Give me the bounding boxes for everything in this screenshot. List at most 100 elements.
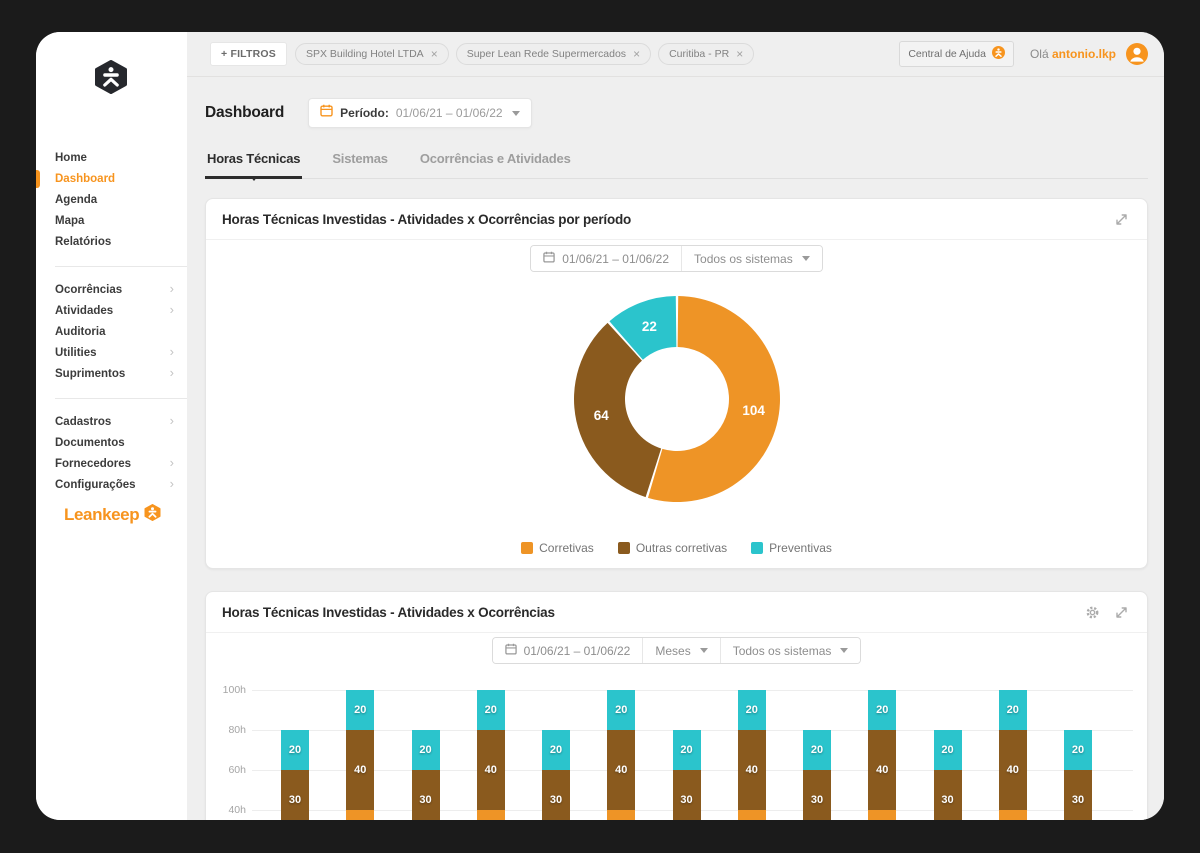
stacked-bar: 404020 <box>477 671 505 820</box>
donut-value-label: 64 <box>593 408 609 423</box>
sidebar-item-cadastros[interactable]: Cadastros› <box>36 412 187 433</box>
filter-chip-super-lean-rede-supermercados[interactable]: Super Lean Rede Supermercados × <box>456 43 651 65</box>
bar-value-label: 40 <box>999 764 1027 776</box>
sidebar-section: Home Dashboard AgendaMapaRelatórios <box>36 142 187 259</box>
bar-segment-preventivas: 20 <box>542 730 570 770</box>
period-selector[interactable]: Período: 01/06/21 – 01/06/22 <box>308 98 531 128</box>
bar-value-label: 20 <box>738 704 766 716</box>
date-range-value: 01/06/21 – 01/06/22 <box>524 644 631 658</box>
expand-icon[interactable] <box>1114 605 1129 620</box>
bar-value-label: 20 <box>542 744 570 756</box>
bar-value-label: 20 <box>934 744 962 756</box>
filter-chip-spx-building-hotel-ltda[interactable]: SPX Building Hotel LTDA× <box>295 43 449 65</box>
date-range-button[interactable]: 01/06/21 – 01/06/22 <box>531 246 681 271</box>
sidebar-item-label: Auditoria <box>55 326 105 338</box>
bar-value-label: 30 <box>412 794 440 806</box>
legend-label: Corretivas <box>539 541 594 555</box>
sidebar-item-utilities[interactable]: Utilities› <box>36 343 187 364</box>
bar-segment-outras-corretivas: 30 <box>412 770 440 820</box>
group-by-dropdown[interactable]: Meses <box>642 638 719 663</box>
legend-label: Outras corretivas <box>636 541 727 555</box>
sidebar-item-ocorrencias[interactable]: Ocorrências› <box>36 280 187 301</box>
bar-segment-preventivas: 20 <box>607 690 635 730</box>
card-title: Horas Técnicas Investidas - Atividades x… <box>222 212 1114 227</box>
legend-item-preventivas[interactable]: Preventivas <box>751 541 832 555</box>
donut-chart: 1046422 <box>572 294 782 509</box>
bar-value-label: 20 <box>412 744 440 756</box>
tab-horas-tecnicas[interactable]: Horas Técnicas <box>205 147 302 178</box>
stacked-bar: 404020 <box>738 671 766 820</box>
bar-segment-outras-corretivas: 30 <box>803 770 831 820</box>
stacked-bar: 404020 <box>868 671 896 820</box>
legend-item-outras-corretivas[interactable]: Outras corretivas <box>618 541 727 555</box>
y-axis-tick-label: 60h <box>206 764 246 776</box>
filters-button[interactable]: + FILTROS <box>210 42 287 66</box>
bar-segment-corretivas: 40 <box>999 810 1027 820</box>
bar-segment-outras-corretivas: 40 <box>346 730 374 810</box>
legend-item-corretivas[interactable]: Corretivas <box>521 541 594 555</box>
date-range-value: 01/06/21 – 01/06/22 <box>562 252 669 266</box>
tab-sistemas[interactable]: Sistemas <box>330 147 390 178</box>
card-title: Horas Técnicas Investidas - Atividades x… <box>222 605 1085 620</box>
sidebar-item-label: Ocorrências <box>55 284 122 296</box>
bar-segment-outras-corretivas: 30 <box>281 770 309 820</box>
bar-value-label: 20 <box>281 744 309 756</box>
help-center-label: Central de Ajuda <box>908 48 986 60</box>
expand-icon[interactable] <box>1114 212 1129 227</box>
bar-segment-outras-corretivas: 30 <box>934 770 962 820</box>
main-content: Dashboard Período: 01/06/21 – 01/06/22 H… <box>187 78 1164 820</box>
systems-dropdown[interactable]: Todos os sistemas <box>681 246 822 271</box>
systems-dropdown[interactable]: Todos os sistemas <box>720 638 861 663</box>
stacked-bar-chart: 100h80h60h40h303020404020303020404020303… <box>206 671 1147 820</box>
y-axis-tick-label: 100h <box>206 684 246 696</box>
filter-chip-label: Super Lean Rede Supermercados <box>467 48 626 60</box>
sidebar-item-relatorios[interactable]: Relatórios <box>36 232 187 253</box>
stacked-bar: 404020 <box>346 671 374 820</box>
sidebar-item-fornecedores[interactable]: Fornecedores› <box>36 454 187 475</box>
stacked-bar: 303020 <box>934 671 962 820</box>
bar-segment-corretivas: 40 <box>346 810 374 820</box>
leankeep-brand: Leankeep <box>64 504 161 526</box>
bar-value-label: 20 <box>477 704 505 716</box>
card-horas-tecnicas-periodo: Horas Técnicas Investidas - Atividades x… <box>205 198 1148 569</box>
sidebar-item-suprimentos[interactable]: Suprimentos› <box>36 364 187 385</box>
bar-value-label: 40 <box>738 764 766 776</box>
chevron-down-icon <box>840 648 848 657</box>
bar-segment-preventivas: 20 <box>346 690 374 730</box>
donut-value-label: 104 <box>742 403 765 418</box>
page-header: Dashboard Período: 01/06/21 – 01/06/22 <box>205 98 1148 128</box>
avatar-icon[interactable] <box>1126 43 1148 65</box>
bar-value-label: 40 <box>868 764 896 776</box>
sidebar-item-label: Dashboard <box>55 173 115 185</box>
sidebar-item-dashboard[interactable]: Dashboard <box>36 169 187 190</box>
chevron-right-icon: › <box>170 366 174 379</box>
bar-segment-outras-corretivas: 40 <box>477 730 505 810</box>
help-center-button[interactable]: Central de Ajuda <box>899 41 1014 67</box>
chevron-down-icon <box>512 111 520 120</box>
stacked-bar: 303020 <box>673 671 701 820</box>
tab-ocorrencias-e-atividades[interactable]: Ocorrências e Atividades <box>418 147 573 178</box>
close-icon[interactable]: × <box>736 49 743 59</box>
sidebar-item-mapa[interactable]: Mapa <box>36 211 187 232</box>
brand-wordmark: Leankeep <box>64 505 139 525</box>
stacked-bar: 404020 <box>999 671 1027 820</box>
sidebar-divider <box>55 398 187 399</box>
close-icon[interactable]: × <box>633 49 640 59</box>
bar-segment-preventivas: 20 <box>934 730 962 770</box>
filter-chip-curitiba-pr[interactable]: Curitiba - PR× <box>658 43 754 65</box>
bar-segment-corretivas: 40 <box>868 810 896 820</box>
sidebar-item-agenda[interactable]: Agenda <box>36 190 187 211</box>
sidebar-item-configuracoes[interactable]: Configurações› <box>36 475 187 496</box>
bar-value-label: 20 <box>607 704 635 716</box>
sidebar-item-documentos[interactable]: Documentos <box>36 433 187 454</box>
sidebar-item-home[interactable]: Home <box>36 148 187 169</box>
bar-segment-outras-corretivas: 40 <box>607 730 635 810</box>
sidebar-item-atividades[interactable]: Atividades› <box>36 301 187 322</box>
date-range-button[interactable]: 01/06/21 – 01/06/22 <box>493 638 643 663</box>
sidebar-item-auditoria[interactable]: Auditoria <box>36 322 187 343</box>
chevron-right-icon: › <box>170 456 174 469</box>
gear-icon[interactable] <box>1085 605 1100 620</box>
page-title: Dashboard <box>205 104 284 122</box>
bar-value-label: 30 <box>803 794 831 806</box>
close-icon[interactable]: × <box>431 49 438 59</box>
